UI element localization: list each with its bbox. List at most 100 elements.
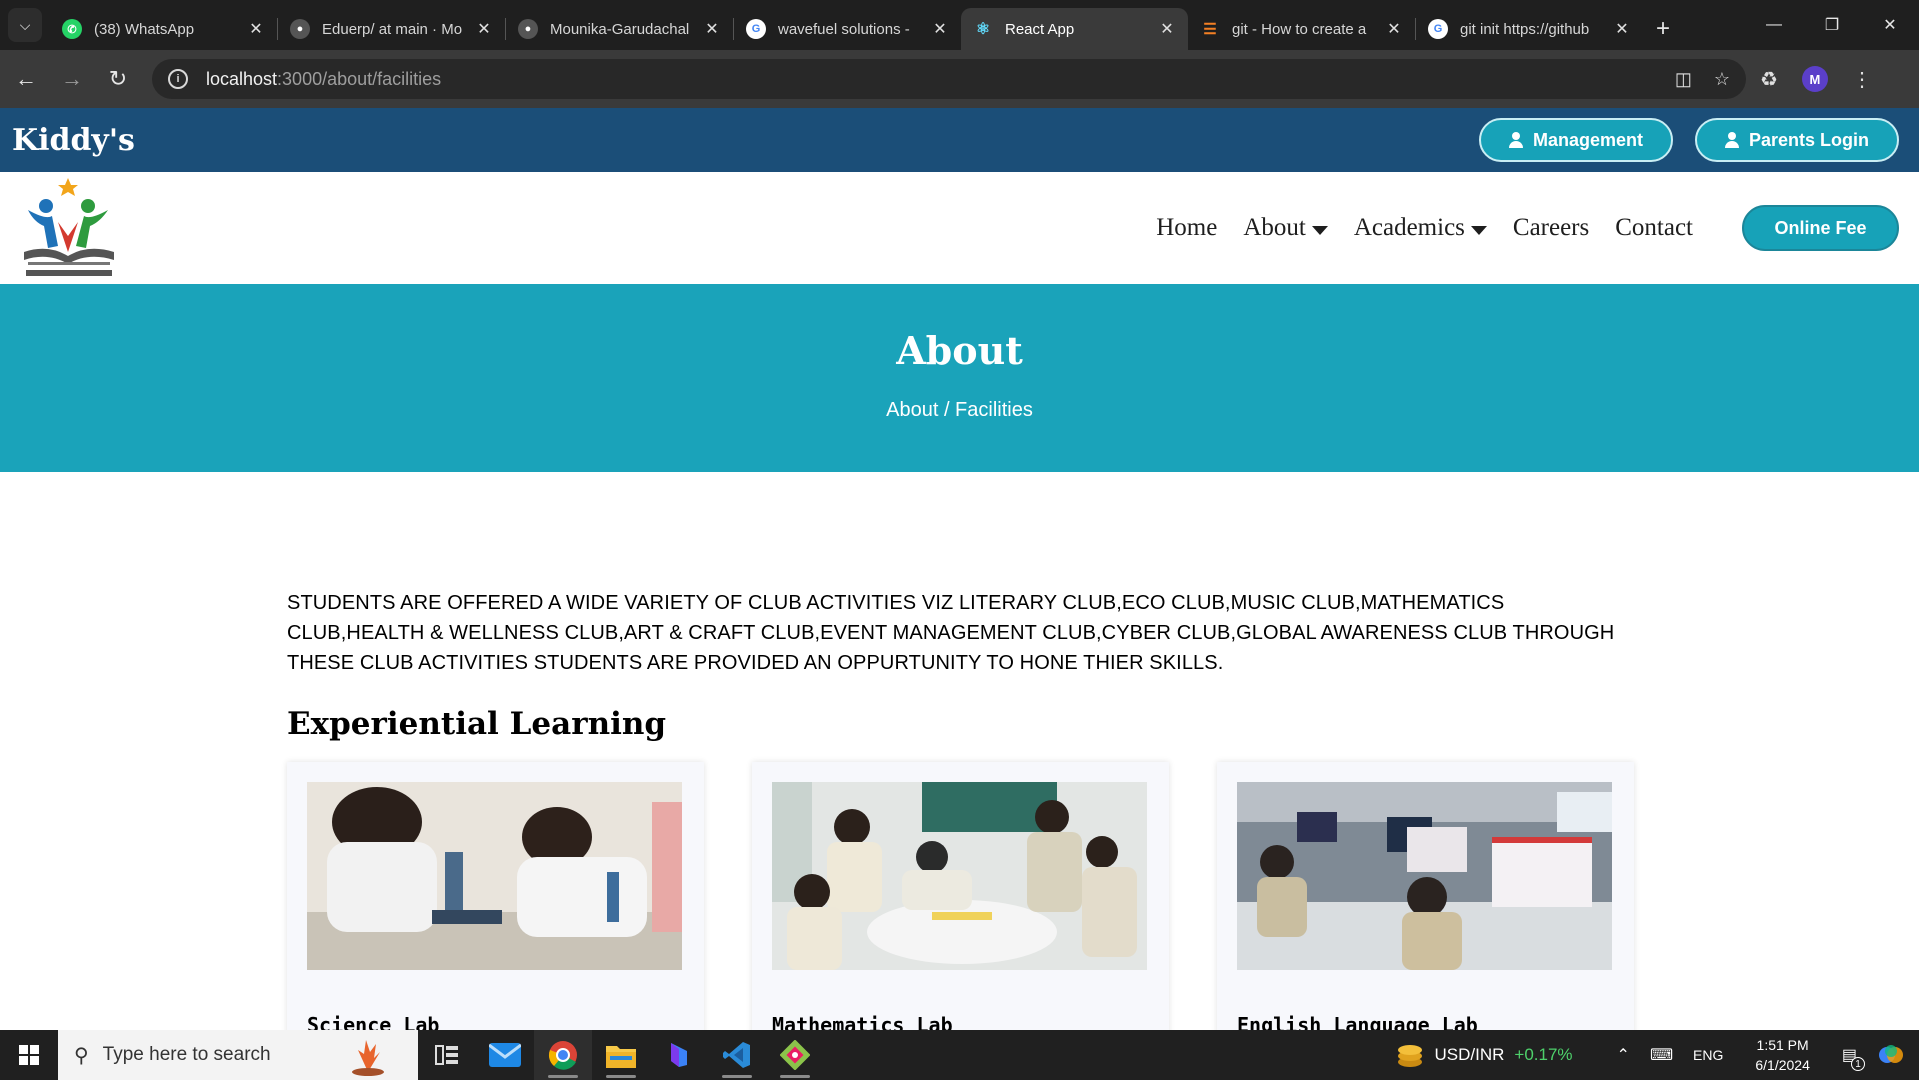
- system-tray: USD/INR +0.17% ⌃ ⌨ ENG 1:51 PM 6/1/2024 …: [1396, 1030, 1919, 1080]
- back-icon[interactable]: ←: [6, 59, 46, 99]
- profile-avatar[interactable]: M: [1801, 66, 1828, 92]
- close-tab-icon[interactable]: ✕: [703, 19, 721, 39]
- facility-card-mathematics[interactable]: Mathematics Lab: [752, 762, 1169, 1062]
- parents-login-label: Parents Login: [1748, 129, 1869, 150]
- facility-cards: Science Lab Mathematics Lab English Lang…: [287, 762, 1634, 1062]
- mathematics-lab-photo: [772, 782, 1147, 970]
- taskbar-search[interactable]: ⚲ Type here to search: [58, 1030, 418, 1080]
- management-button[interactable]: Management: [1478, 118, 1673, 162]
- tab-github-eduerp[interactable]: ● Eduerp/ at main · Mo ✕: [278, 8, 505, 50]
- tab-title: wavefuel solutions -: [778, 20, 910, 38]
- restore-icon[interactable]: ❐: [1803, 0, 1861, 50]
- tab-react-app[interactable]: ⚛ React App ✕: [961, 8, 1188, 50]
- vscode-app-icon[interactable]: [708, 1030, 766, 1080]
- chrome-menu-icon[interactable]: ⋮: [1852, 67, 1872, 92]
- close-tab-icon[interactable]: ✕: [1613, 19, 1631, 39]
- notification-icon[interactable]: ▤ 1: [1842, 1045, 1865, 1071]
- github-icon: ●: [518, 19, 538, 39]
- tab-google-wavefuel[interactable]: G wavefuel solutions - ✕: [734, 8, 961, 50]
- tab-title: React App: [1005, 20, 1075, 38]
- tab-title: git - How to create a: [1232, 20, 1367, 38]
- url-path: :3000/about/facilities: [277, 68, 442, 89]
- windows-logo-icon: [19, 1045, 39, 1065]
- window-controls: — ❐ ✕: [1745, 0, 1919, 50]
- nav-careers[interactable]: Careers: [1513, 214, 1589, 242]
- close-tab-icon[interactable]: ✕: [247, 19, 265, 39]
- section-title: Experiential Learning: [287, 706, 667, 742]
- url-host: localhost: [206, 68, 278, 89]
- close-tab-icon[interactable]: ✕: [1158, 19, 1176, 39]
- install-app-icon[interactable]: ◫: [1675, 69, 1692, 90]
- start-button[interactable]: [0, 1030, 58, 1080]
- tab-title: Mounika-Garudachal: [550, 20, 690, 38]
- nav-contact-label: Contact: [1615, 214, 1693, 241]
- nav-careers-label: Careers: [1512, 214, 1590, 241]
- science-lab-photo: [307, 782, 682, 970]
- copilot-tray-icon[interactable]: [1877, 1041, 1905, 1069]
- parents-login-button[interactable]: Parents Login: [1694, 118, 1899, 162]
- tab-github-mounika[interactable]: ● Mounika-Garudachal ✕: [506, 8, 733, 50]
- tab-list: ✆ (38) WhatsApp ✕ ● Eduerp/ at main · Mo…: [50, 8, 1683, 50]
- github-icon: ●: [290, 19, 310, 39]
- nav-contact[interactable]: Contact: [1615, 214, 1693, 242]
- keyboard-icon[interactable]: ⌨: [1650, 1045, 1673, 1065]
- close-window-icon[interactable]: ✕: [1861, 0, 1919, 50]
- address-bar[interactable]: i localhost:3000/about/facilities ◫ ☆: [152, 59, 1746, 99]
- chevron-up-icon[interactable]: ⌃: [1617, 1045, 1630, 1065]
- browser-toolbar: ← → ↻ i localhost:3000/about/facilities …: [0, 50, 1919, 108]
- extensions-icon[interactable]: ♻: [1760, 67, 1778, 92]
- nav-academics[interactable]: Academics: [1354, 214, 1487, 242]
- close-tab-icon[interactable]: ✕: [931, 19, 949, 39]
- tab-title: Eduerp/ at main · Mo: [322, 20, 463, 38]
- nav-home[interactable]: Home: [1156, 214, 1217, 242]
- mail-app-icon[interactable]: [476, 1030, 534, 1080]
- tab-google-git-init[interactable]: G git init https://github ✕: [1416, 8, 1643, 50]
- english-language-lab-photo: [1237, 782, 1612, 970]
- facility-card-science[interactable]: Science Lab: [287, 762, 704, 1062]
- forward-icon[interactable]: →: [52, 59, 92, 99]
- stock-change: +0.17%: [1514, 1045, 1573, 1064]
- stock-label: USD/INR: [1434, 1045, 1505, 1064]
- tab-search-button[interactable]: ⌵: [8, 8, 42, 42]
- nav-about-label: About: [1243, 214, 1306, 241]
- school-logo[interactable]: [18, 176, 120, 282]
- search-icon: ⚲: [74, 1044, 89, 1067]
- chrome-app-icon[interactable]: [534, 1030, 592, 1080]
- reload-icon[interactable]: ↻: [98, 59, 138, 99]
- nav-home-label: Home: [1156, 214, 1218, 241]
- user-icon: [1508, 132, 1523, 148]
- nav-about[interactable]: About: [1243, 214, 1328, 242]
- brand-name[interactable]: Kiddy's: [12, 123, 135, 158]
- active-indicator: [606, 1075, 636, 1078]
- stackoverflow-icon: ☰: [1203, 21, 1217, 38]
- user-icon: [1724, 132, 1739, 148]
- copilot-app-icon[interactable]: [650, 1030, 708, 1080]
- new-tab-button[interactable]: +: [1643, 8, 1683, 50]
- main-content: STUDENTS ARE OFFERED A WIDE VARIETY OF C…: [287, 588, 1634, 1062]
- tab-stackoverflow[interactable]: ☰ git - How to create a ✕: [1188, 8, 1415, 50]
- task-view-icon[interactable]: [418, 1030, 476, 1080]
- caret-down-icon: [1311, 225, 1328, 235]
- breadcrumb: About / Facilities: [886, 399, 1033, 421]
- minimize-icon[interactable]: —: [1745, 0, 1803, 50]
- git-gui-app-icon[interactable]: [766, 1030, 824, 1080]
- clock-date: 6/1/2024: [1755, 1057, 1810, 1073]
- close-tab-icon[interactable]: ✕: [1385, 19, 1403, 39]
- site-info-icon[interactable]: i: [168, 69, 188, 89]
- tab-title: git init https://github: [1460, 20, 1590, 38]
- language-indicator[interactable]: ENG: [1693, 1047, 1723, 1063]
- bookmark-star-icon[interactable]: ☆: [1714, 69, 1730, 90]
- google-icon: G: [746, 19, 766, 39]
- close-tab-icon[interactable]: ✕: [475, 19, 493, 39]
- toolbar-right: ♻ M ⋮: [1760, 66, 1872, 92]
- file-explorer-icon[interactable]: [592, 1030, 650, 1080]
- active-indicator: [548, 1075, 578, 1078]
- facility-card-english[interactable]: English Language Lab: [1217, 762, 1634, 1062]
- caret-down-icon: [1470, 225, 1487, 235]
- stock-widget[interactable]: USD/INR +0.17%: [1396, 1042, 1573, 1068]
- omnibox-actions: ◫ ☆: [1675, 69, 1730, 90]
- whatsapp-icon: ✆: [62, 19, 82, 39]
- tab-whatsapp[interactable]: ✆ (38) WhatsApp ✕: [50, 8, 277, 50]
- clock[interactable]: 1:51 PM 6/1/2024: [1755, 1035, 1810, 1075]
- online-fee-button[interactable]: Online Fee: [1742, 205, 1899, 251]
